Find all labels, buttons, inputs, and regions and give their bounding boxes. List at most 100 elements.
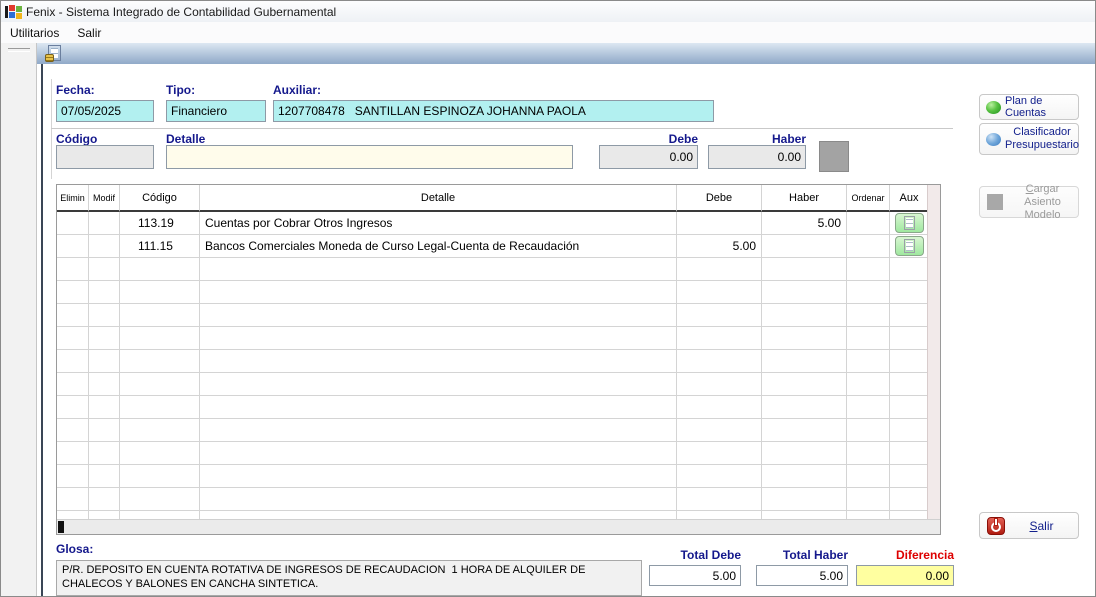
grid-cell[interactable]: [890, 419, 927, 442]
vertical-scrollbar[interactable]: [927, 185, 940, 519]
table-row[interactable]: [57, 350, 927, 373]
grid-cell[interactable]: [847, 442, 890, 465]
grid-cell[interactable]: [762, 465, 847, 488]
grid-cell[interactable]: [847, 258, 890, 281]
grid-cell[interactable]: [762, 511, 847, 519]
grid-cell[interactable]: Bancos Comerciales Moneda de Curso Legal…: [200, 235, 677, 258]
table-row[interactable]: [57, 511, 927, 519]
gray-action-button[interactable]: [819, 141, 849, 172]
grid-cell[interactable]: [120, 488, 200, 511]
fecha-input[interactable]: 07/05/2025: [56, 100, 154, 122]
tipo-input[interactable]: Financiero: [166, 100, 266, 122]
grid-cell[interactable]: [57, 511, 89, 519]
table-row[interactable]: [57, 281, 927, 304]
debe-input[interactable]: 0.00: [599, 145, 698, 169]
grid-cell[interactable]: [89, 327, 120, 350]
grid-cell[interactable]: [57, 350, 89, 373]
grid-cell[interactable]: [677, 350, 762, 373]
grid-cell[interactable]: [677, 373, 762, 396]
grid-cell[interactable]: [890, 304, 927, 327]
grid-cell[interactable]: [120, 442, 200, 465]
grid-cell[interactable]: [200, 281, 677, 304]
table-row[interactable]: [57, 396, 927, 419]
grid-cell[interactable]: [677, 488, 762, 511]
grid-cell[interactable]: [762, 396, 847, 419]
grid-cell[interactable]: [890, 465, 927, 488]
salir-button[interactable]: Salir: [979, 512, 1079, 539]
table-row[interactable]: [57, 419, 927, 442]
grid-cell[interactable]: [200, 511, 677, 519]
grid-cell[interactable]: [762, 235, 847, 258]
grid-cell[interactable]: [57, 212, 89, 235]
grid-cell[interactable]: 5.00: [677, 235, 762, 258]
grid-cell[interactable]: [847, 304, 890, 327]
grid-cell[interactable]: [57, 373, 89, 396]
grid-cell[interactable]: [57, 258, 89, 281]
grid-cell[interactable]: [762, 419, 847, 442]
grid-cell[interactable]: [890, 327, 927, 350]
grid-cell[interactable]: [89, 350, 120, 373]
grid-cell[interactable]: [89, 212, 120, 235]
grid-cell[interactable]: [677, 258, 762, 281]
grid-cell[interactable]: [762, 373, 847, 396]
grid-cell[interactable]: [677, 304, 762, 327]
grid-cell[interactable]: [677, 465, 762, 488]
table-row[interactable]: [57, 304, 927, 327]
grid-cell[interactable]: [762, 488, 847, 511]
grid-cell[interactable]: [847, 396, 890, 419]
grid-cell[interactable]: [890, 488, 927, 511]
grid-cell[interactable]: [847, 350, 890, 373]
grid-cell[interactable]: [847, 511, 890, 519]
grid-cell[interactable]: [89, 511, 120, 519]
grid-cell[interactable]: [677, 419, 762, 442]
grid-cell[interactable]: [890, 350, 927, 373]
grid-cell[interactable]: [120, 281, 200, 304]
table-row[interactable]: 113.19 Cuentas por Cobrar Otros Ingresos 5…: [57, 212, 927, 235]
horizontal-scrollbar[interactable]: [57, 519, 940, 534]
grid-cell[interactable]: [890, 442, 927, 465]
grid-cell[interactable]: [57, 488, 89, 511]
grid-cell[interactable]: 113.19: [120, 212, 200, 235]
table-row[interactable]: [57, 442, 927, 465]
grid-cell[interactable]: [677, 327, 762, 350]
grid-cell[interactable]: [89, 442, 120, 465]
horizontal-scrollbar-thumb[interactable]: [58, 521, 64, 533]
aux-button[interactable]: [894, 236, 924, 256]
glosa-textarea[interactable]: P/R. DEPOSITO EN CUENTA ROTATIVA DE INGR…: [56, 560, 642, 596]
table-row[interactable]: [57, 488, 927, 511]
grid-cell[interactable]: [847, 281, 890, 304]
grid-cell[interactable]: [57, 396, 89, 419]
grid-cell[interactable]: [847, 465, 890, 488]
grid-cell[interactable]: [762, 442, 847, 465]
grid-cell[interactable]: [89, 396, 120, 419]
aux-button[interactable]: [894, 213, 924, 233]
grid-cell[interactable]: [762, 327, 847, 350]
grid-cell[interactable]: [89, 373, 120, 396]
grid-cell[interactable]: [677, 396, 762, 419]
grid-cell[interactable]: [847, 373, 890, 396]
grid-cell[interactable]: [847, 235, 890, 258]
table-row[interactable]: 111.15 Bancos Comerciales Moneda de Curso…: [57, 235, 927, 258]
grid-cell[interactable]: [120, 396, 200, 419]
grid-cell[interactable]: [762, 258, 847, 281]
grid-cell[interactable]: [890, 258, 927, 281]
grid-cell[interactable]: [677, 442, 762, 465]
haber-input[interactable]: 0.00: [708, 145, 806, 169]
grid-cell[interactable]: [677, 212, 762, 235]
grid-cell[interactable]: [677, 511, 762, 519]
grid-cell[interactable]: [120, 304, 200, 327]
grid-cell[interactable]: [57, 465, 89, 488]
auxiliar-input[interactable]: 1207708478 SANTILLAN ESPINOZA JOHANNA PA…: [273, 100, 714, 122]
grid-cell[interactable]: [890, 212, 927, 235]
grid-cell[interactable]: [200, 488, 677, 511]
detalle-input[interactable]: [166, 145, 573, 169]
grid-cell[interactable]: [762, 281, 847, 304]
grid-cell[interactable]: [57, 281, 89, 304]
grid-cell[interactable]: [847, 327, 890, 350]
grid-cell[interactable]: [89, 258, 120, 281]
table-row[interactable]: [57, 258, 927, 281]
grid-cell[interactable]: [120, 511, 200, 519]
grid-cell[interactable]: [762, 304, 847, 327]
grid-cell[interactable]: [200, 373, 677, 396]
grid-cell[interactable]: [200, 396, 677, 419]
